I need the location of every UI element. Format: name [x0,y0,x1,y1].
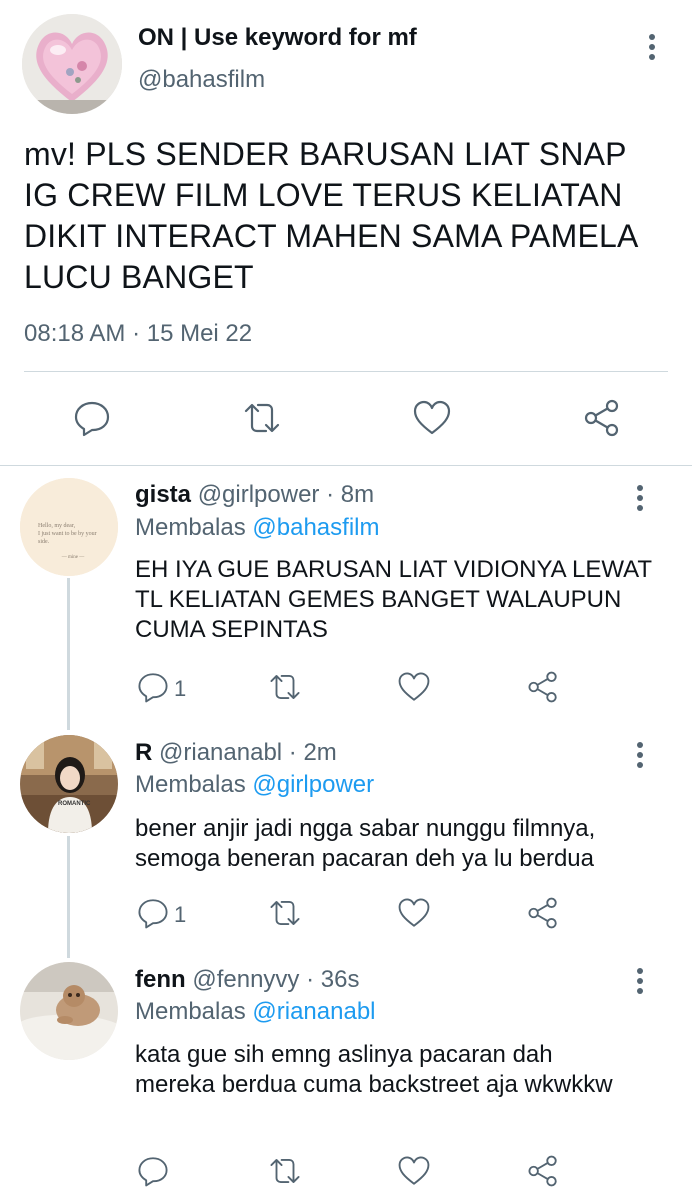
retweet-button[interactable] [242,398,282,438]
like-icon [398,1156,430,1185]
retweet-button[interactable] [268,896,302,930]
replying-to-link[interactable]: @bahasfilm [252,514,379,541]
thread-connector [67,578,70,730]
reply-header: R @riananabl · 2m [135,739,337,767]
avatar-text: Hello, my dear, [38,523,76,529]
author-avatar[interactable] [22,14,122,114]
like-icon [398,672,430,701]
reply-count: 1 [174,676,187,701]
reply-display-name[interactable]: R [135,739,152,766]
replying-label: Membalas [135,998,246,1025]
person-photo-avatar-icon [20,735,118,833]
retweet-icon [270,675,300,699]
share-icon [528,897,557,929]
like-button[interactable] [397,896,431,930]
share-icon [528,671,557,703]
like-icon [413,400,451,435]
share-button[interactable] [526,670,560,704]
like-button[interactable] [412,398,452,438]
reply-count: 1 [174,902,187,927]
author-display-name[interactable]: ON | Use keyword for mf [138,24,417,52]
reply-handle[interactable]: @girlpower [198,481,320,508]
retweet-icon [270,1159,300,1183]
reply-display-name[interactable]: fenn [135,966,186,993]
more-options-icon[interactable] [630,966,650,996]
reply-icon [74,401,110,437]
reply-display-name[interactable]: gista [135,481,191,508]
retweet-button[interactable] [268,1154,302,1188]
reply-time[interactable]: · 2m [289,739,337,766]
avatar-shirt-text: ROMANTIC [58,801,91,807]
retweet-icon [244,403,280,433]
replying-to: Membalas @bahasfilm [135,514,379,542]
pink-heart-avatar-icon [22,14,122,114]
share-button[interactable] [582,398,622,438]
thread-connector [67,836,70,958]
replying-to: Membalas @riananabl [135,998,376,1026]
like-button[interactable] [397,670,431,704]
more-options-icon[interactable] [630,740,650,770]
reply-time[interactable]: · 36s [306,966,359,993]
reply-button[interactable] [136,896,170,930]
reply-handle[interactable]: @riananabl [159,739,282,766]
share-icon [584,399,619,437]
divider [24,371,668,372]
reply-button[interactable] [136,670,170,704]
replying-to-link[interactable]: @riananabl [252,998,375,1025]
reply-text: EH IYA GUE BARUSAN LIAT VIDIONYA LEWAT T… [135,556,652,643]
avatar-text: I just want to be by your side. [38,531,97,545]
tweet-text: mv! PLS SENDER BARUSAN LIAT SNAP IG CREW… [24,136,637,295]
more-options-icon[interactable] [630,483,650,513]
reply-text: kata gue sih emng aslinya pacaran dah me… [135,1041,613,1098]
replying-label: Membalas [135,514,246,541]
reply-icon [138,1157,168,1187]
reply-icon [138,673,168,703]
share-icon [528,1155,557,1187]
more-options-icon[interactable] [642,32,662,62]
share-button[interactable] [526,896,560,930]
reply-button[interactable] [136,1154,170,1188]
reply-time[interactable]: · 8m [326,481,374,508]
replying-to: Membalas @girlpower [135,771,374,799]
reply-header: gista @girlpower · 8m [135,481,374,509]
replying-label: Membalas [135,771,246,798]
reply-handle[interactable]: @fennyvy [192,966,299,993]
share-button[interactable] [526,1154,560,1188]
reply-icon [138,899,168,929]
divider [0,465,692,466]
like-button[interactable] [397,1154,431,1188]
reply-avatar[interactable]: ROMANTIC [20,735,118,833]
reply-button[interactable] [72,398,112,438]
reply-text: bener anjir jadi ngga sabar nunggu filmn… [135,815,596,872]
tweet-timestamp[interactable]: 08:18 AM · 15 Mei 22 [24,320,252,348]
avatar-text: — mine — [61,555,85,560]
reply-avatar[interactable]: Hello, my dear, I just want to be by you… [20,478,118,576]
retweet-button[interactable] [268,670,302,704]
replying-to-link[interactable]: @girlpower [252,771,374,798]
author-handle[interactable]: @bahasfilm [138,66,265,94]
reply-header: fenn @fennyvy · 36s [135,966,359,994]
retweet-icon [270,901,300,925]
like-icon [398,898,430,927]
dog-photo-avatar-icon [20,962,118,1060]
reply-avatar[interactable] [20,962,118,1060]
